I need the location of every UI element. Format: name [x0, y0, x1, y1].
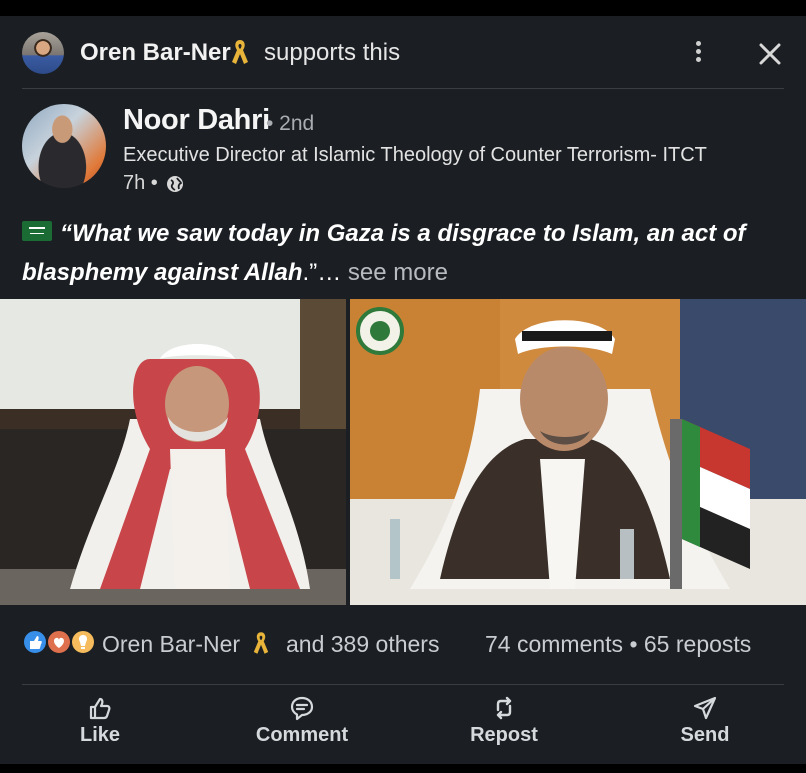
comment-button[interactable]: Comment [242, 694, 362, 756]
author-name[interactable]: Noor Dahri [123, 104, 270, 137]
reaction-name[interactable]: Oren Bar-Ner [102, 631, 240, 658]
like-label: Like [79, 724, 121, 746]
repost-label: Repost [470, 724, 538, 746]
connection-degree: • 2nd [266, 112, 315, 135]
divider [22, 88, 784, 89]
post-body: “What we saw today in Gaza is a disgrace… [22, 214, 784, 292]
send-icon [693, 696, 717, 720]
thumbs-up-icon [89, 697, 111, 720]
post-quote-end: .” [302, 259, 318, 286]
close-icon[interactable] [756, 40, 784, 68]
author-headline: Executive Director at Islamic Theology o… [123, 144, 707, 166]
reactions-icon[interactable] [22, 627, 96, 657]
more-vertical-icon[interactable] [686, 38, 710, 68]
author-avatar[interactable] [22, 104, 106, 188]
post-card: Oren Bar-Ner supports this Noor Dahri • … [0, 0, 806, 773]
post-image-left[interactable] [0, 299, 346, 605]
comment-icon [290, 696, 314, 721]
yellow-ribbon-icon [253, 632, 269, 654]
post-ellipsis: … [317, 259, 342, 286]
globe-icon [167, 176, 183, 192]
supports-text: supports this [264, 39, 401, 66]
comment-label: Comment [255, 724, 349, 746]
post-time: 7h • [123, 172, 158, 194]
post-image-right[interactable] [350, 299, 806, 605]
yellow-ribbon-icon [232, 40, 248, 64]
bottom-edge [0, 764, 806, 773]
comments-reposts-count[interactable]: 74 comments • 65 reposts [485, 631, 751, 658]
supporter-avatar[interactable] [22, 32, 64, 74]
repost-button[interactable]: Repost [444, 694, 564, 756]
status-bar [0, 0, 806, 16]
see-more-link[interactable]: see more [348, 259, 448, 286]
repost-icon [496, 696, 512, 720]
like-button[interactable]: Like [40, 694, 160, 756]
social-context-header: Oren Bar-Ner supports this [0, 16, 806, 88]
divider [22, 684, 784, 685]
supporter-name[interactable]: Oren Bar-Ner [80, 39, 231, 67]
send-button[interactable]: Send [645, 694, 765, 756]
send-label: Send [680, 724, 730, 746]
reaction-others[interactable]: and 389 others [286, 631, 439, 658]
